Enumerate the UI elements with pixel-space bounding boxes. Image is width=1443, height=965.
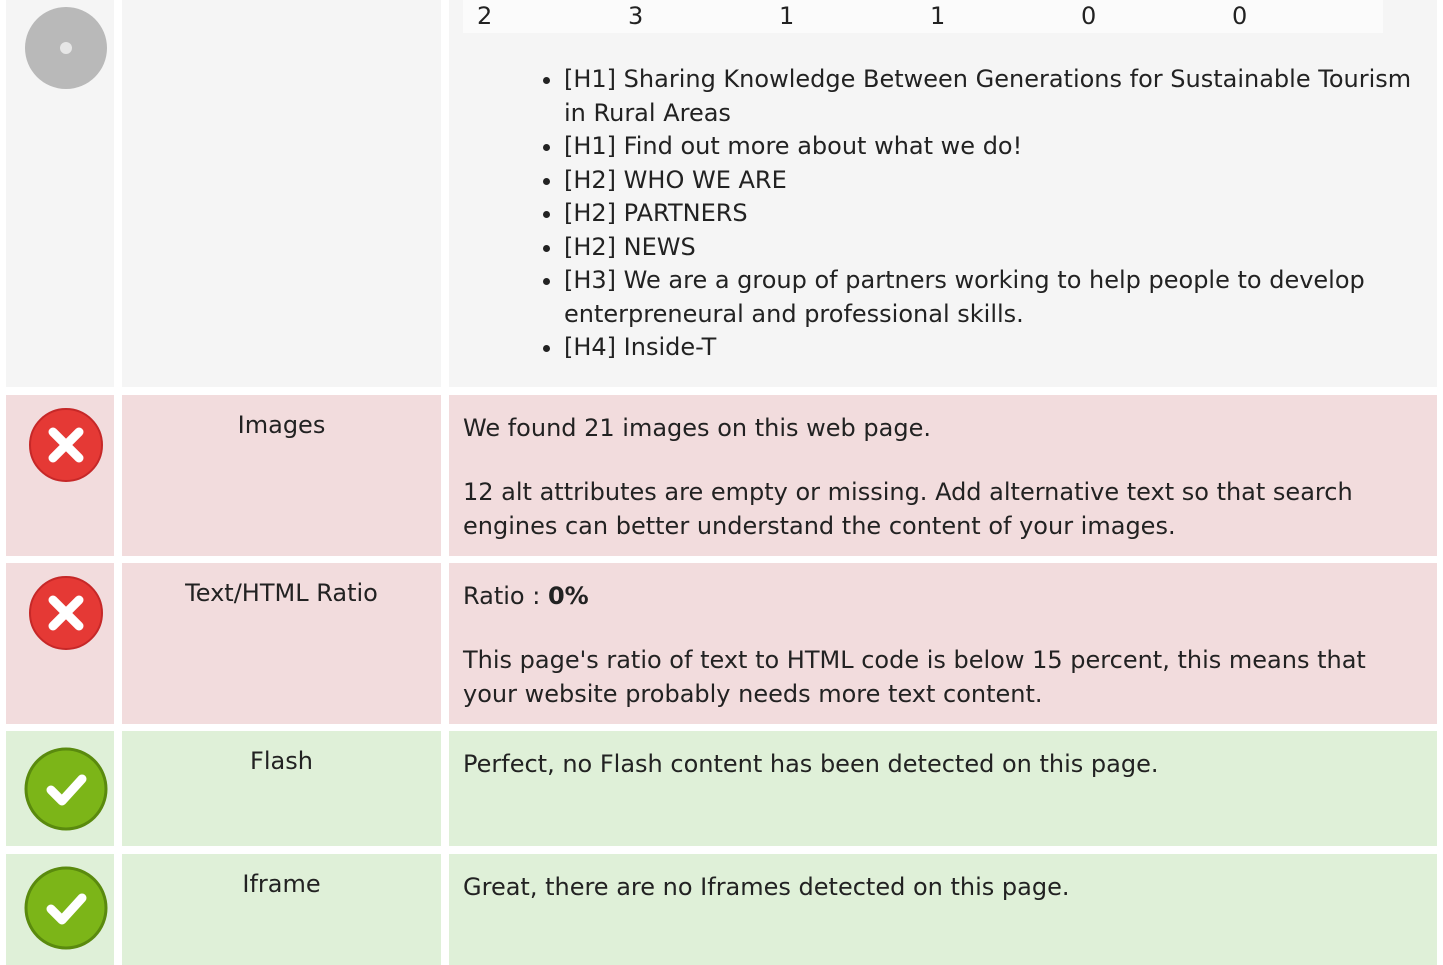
images-summary: We found 21 images on this web page.: [463, 414, 931, 442]
headings-status-cell: [6, 0, 114, 387]
iframe-label: Iframe: [242, 870, 321, 898]
iframe-summary: Great, there are no Iframes detected on …: [463, 873, 1070, 901]
list-item: [H2] NEWS: [564, 231, 1423, 265]
heading-count-h6: 0: [1232, 2, 1248, 30]
headings-list: [H1] Sharing Knowledge Between Generatio…: [463, 63, 1423, 365]
ratio-body-cell: Ratio : 0% This page's ratio of text to …: [449, 563, 1437, 724]
iframe-row: Iframe Great, there are no Iframes detec…: [0, 854, 1443, 965]
flash-status-cell: [6, 731, 114, 846]
headings-body-cell: 2 3 1 1 0 0 [H1] Sharing Knowledge Betwe…: [449, 0, 1437, 387]
iframe-body-cell: Great, there are no Iframes detected on …: [449, 854, 1437, 965]
images-label-cell: Images: [122, 395, 441, 556]
flash-body-cell: Perfect, no Flash content has been detec…: [449, 731, 1437, 846]
heading-count-h1: 2: [477, 2, 493, 30]
list-item: [H4] Inside-T: [564, 331, 1423, 365]
headings-label-cell: [122, 0, 441, 387]
check-circle-icon: [24, 747, 108, 831]
heading-count-h3: 1: [779, 2, 795, 30]
flash-row: Flash Perfect, no Flash content has been…: [0, 731, 1443, 846]
list-item: [H1] Find out more about what we do!: [564, 130, 1423, 164]
list-item: [H3] We are a group of partners working …: [564, 264, 1423, 331]
error-x-icon: [29, 408, 103, 482]
iframe-label-cell: Iframe: [122, 854, 441, 965]
ratio-warning: This page's ratio of text to HTML code i…: [463, 646, 1366, 708]
check-circle-icon: [24, 866, 108, 950]
error-x-icon: [29, 576, 103, 650]
ratio-summary: Ratio : 0%: [463, 579, 1423, 613]
flash-label-cell: Flash: [122, 731, 441, 846]
ratio-prefix: Ratio :: [463, 582, 548, 610]
images-body-cell: We found 21 images on this web page. 12 …: [449, 395, 1437, 556]
ratio-row: Text/HTML Ratio Ratio : 0% This page's r…: [0, 563, 1443, 724]
list-item: [H2] PARTNERS: [564, 197, 1423, 231]
ratio-status-cell: [6, 563, 114, 724]
iframe-status-cell: [6, 854, 114, 965]
images-alt-warning: 12 alt attributes are empty or missing. …: [463, 478, 1353, 540]
images-status-cell: [6, 395, 114, 556]
images-row: Images We found 21 images on this web pa…: [0, 395, 1443, 556]
heading-counts: 2 3 1 1 0 0: [463, 0, 1383, 33]
heading-count-h5: 0: [1081, 2, 1097, 30]
heading-count-h2: 3: [628, 2, 644, 30]
ratio-label: Text/HTML Ratio: [185, 579, 378, 607]
heading-count-h4: 1: [930, 2, 946, 30]
images-label: Images: [237, 411, 326, 439]
flash-summary: Perfect, no Flash content has been detec…: [463, 750, 1159, 778]
list-item: [H1] Sharing Knowledge Between Generatio…: [564, 63, 1423, 130]
list-item: [H2] WHO WE ARE: [564, 164, 1423, 198]
ratio-value: 0%: [547, 582, 589, 610]
info-circle-icon: [25, 7, 107, 89]
headings-row: 2 3 1 1 0 0 [H1] Sharing Knowledge Betwe…: [0, 0, 1443, 387]
flash-label: Flash: [250, 747, 313, 775]
ratio-label-cell: Text/HTML Ratio: [122, 563, 441, 724]
